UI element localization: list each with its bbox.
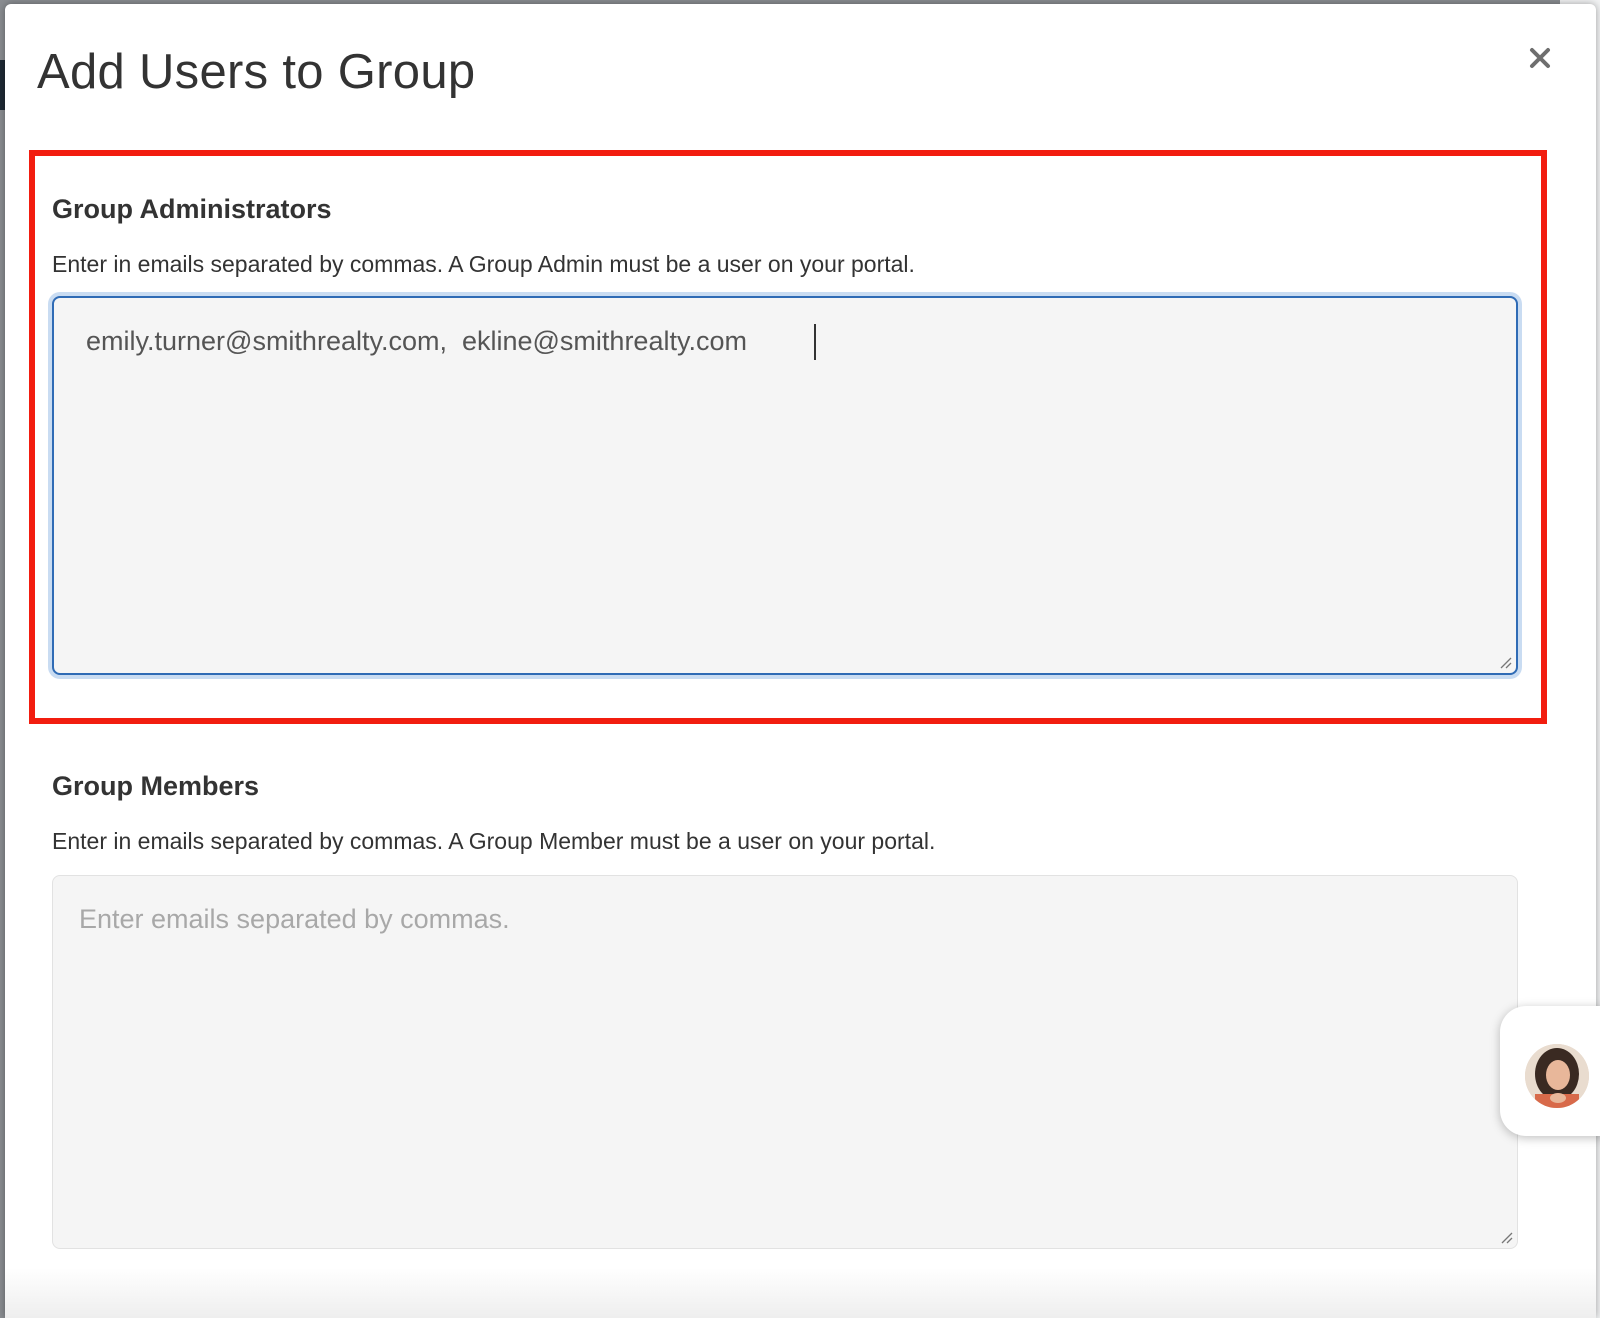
group-members-help: Enter in emails separated by commas. A G… bbox=[52, 828, 936, 854]
group-administrators-help: Enter in emails separated by commas. A G… bbox=[52, 251, 915, 277]
resize-handle-icon[interactable] bbox=[1498, 655, 1512, 669]
agent-avatar-icon bbox=[1525, 1044, 1589, 1108]
resize-handle-icon[interactable] bbox=[1499, 1230, 1513, 1244]
group-members-placeholder: Enter emails separated by commas. bbox=[79, 904, 510, 934]
group-members-input[interactable]: Enter emails separated by commas. bbox=[52, 875, 1518, 1249]
modal-footer-shade bbox=[5, 1268, 1596, 1318]
group-administrators-value: emily.turner@smithrealty.com, ekline@smi… bbox=[86, 326, 747, 356]
group-members-label: Group Members bbox=[52, 771, 260, 801]
group-administrators-label: Group Administrators bbox=[52, 194, 332, 224]
group-administrators-input[interactable]: emily.turner@smithrealty.com, ekline@smi… bbox=[52, 296, 1518, 675]
close-button[interactable] bbox=[1522, 40, 1558, 76]
modal-title: Add Users to Group bbox=[37, 45, 476, 99]
add-users-modal: Add Users to Group Group Administrators … bbox=[5, 4, 1596, 1318]
chat-widget-button[interactable] bbox=[1500, 1006, 1600, 1136]
text-caret bbox=[814, 324, 816, 360]
close-icon bbox=[1530, 48, 1550, 68]
